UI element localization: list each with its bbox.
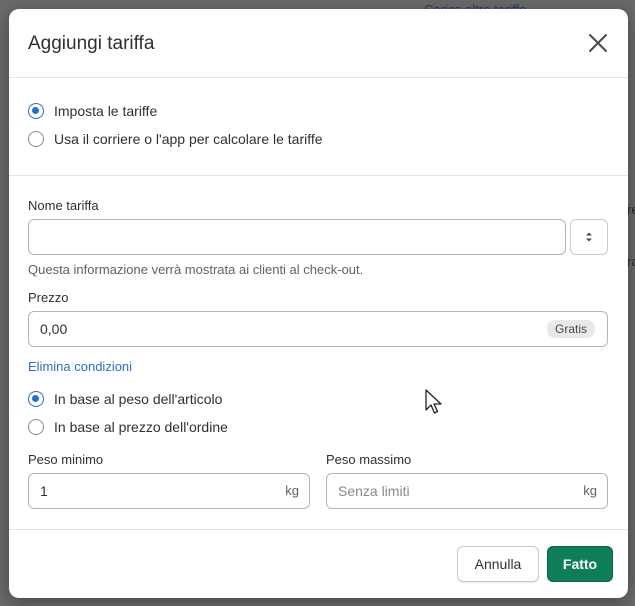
min-weight-value: 1	[40, 483, 48, 499]
mouse-cursor-icon	[425, 389, 442, 414]
radio-button[interactable]	[28, 131, 44, 147]
radio-label: Usa il corriere o l'app per calcolare le…	[54, 131, 323, 147]
radio-button-checked[interactable]	[28, 103, 44, 119]
rate-name-label: Nome tariffa	[28, 198, 99, 213]
done-button[interactable]: Fatto	[547, 546, 613, 582]
radio-set-rates[interactable]: Imposta le tariffe	[28, 103, 157, 119]
radio-label: In base al prezzo dell'ordine	[54, 419, 228, 435]
stepper-icon	[586, 232, 592, 242]
radio-label: Imposta le tariffe	[54, 103, 158, 119]
close-icon	[589, 34, 607, 52]
rate-name-help-text: Questa informazione verrà mostrata ai cl…	[28, 262, 364, 277]
modal-footer: Annulla Fatto	[9, 529, 628, 598]
cancel-button[interactable]: Annulla	[457, 546, 539, 582]
remove-conditions-link[interactable]: Elimina condizioni	[28, 359, 132, 374]
unit-label: kg	[285, 483, 299, 498]
rate-name-input[interactable]	[28, 219, 566, 255]
radio-weight-based[interactable]: In base al peso dell'articolo	[28, 391, 222, 407]
rate-type-section: Imposta le tariffe Usa il corriere o l'a…	[9, 78, 628, 176]
radio-label: In base al peso dell'articolo	[54, 391, 223, 407]
add-rate-modal: Aggiungi tariffa Imposta le tariffe Usa …	[9, 9, 628, 598]
modal-header: Aggiungi tariffa	[9, 9, 628, 78]
background-text-fragment: re	[627, 202, 635, 217]
modal-title: Aggiungi tariffa	[28, 33, 155, 54]
radio-price-based[interactable]: In base al prezzo dell'ordine	[28, 419, 228, 435]
radio-button-checked[interactable]	[28, 391, 44, 407]
price-value: 0,00	[40, 321, 68, 337]
rate-name-stepper-button[interactable]	[570, 219, 608, 255]
close-button[interactable]	[587, 32, 609, 54]
free-badge: Gratis	[546, 320, 595, 338]
min-weight-label: Peso minimo	[28, 452, 104, 467]
radio-button[interactable]	[28, 419, 44, 435]
price-label: Prezzo	[28, 290, 69, 305]
unit-label: kg	[583, 483, 597, 498]
min-weight-input[interactable]: 1 kg	[28, 473, 310, 509]
background-text-fragment: ra	[627, 254, 635, 269]
max-weight-input[interactable]: Senza limiti kg	[326, 473, 608, 509]
radio-carrier-rates[interactable]: Usa il corriere o l'app per calcolare le…	[28, 131, 323, 147]
price-input[interactable]: 0,00 Gratis	[28, 311, 608, 347]
max-weight-placeholder: Senza limiti	[338, 483, 410, 499]
max-weight-label: Peso massimo	[326, 452, 412, 467]
